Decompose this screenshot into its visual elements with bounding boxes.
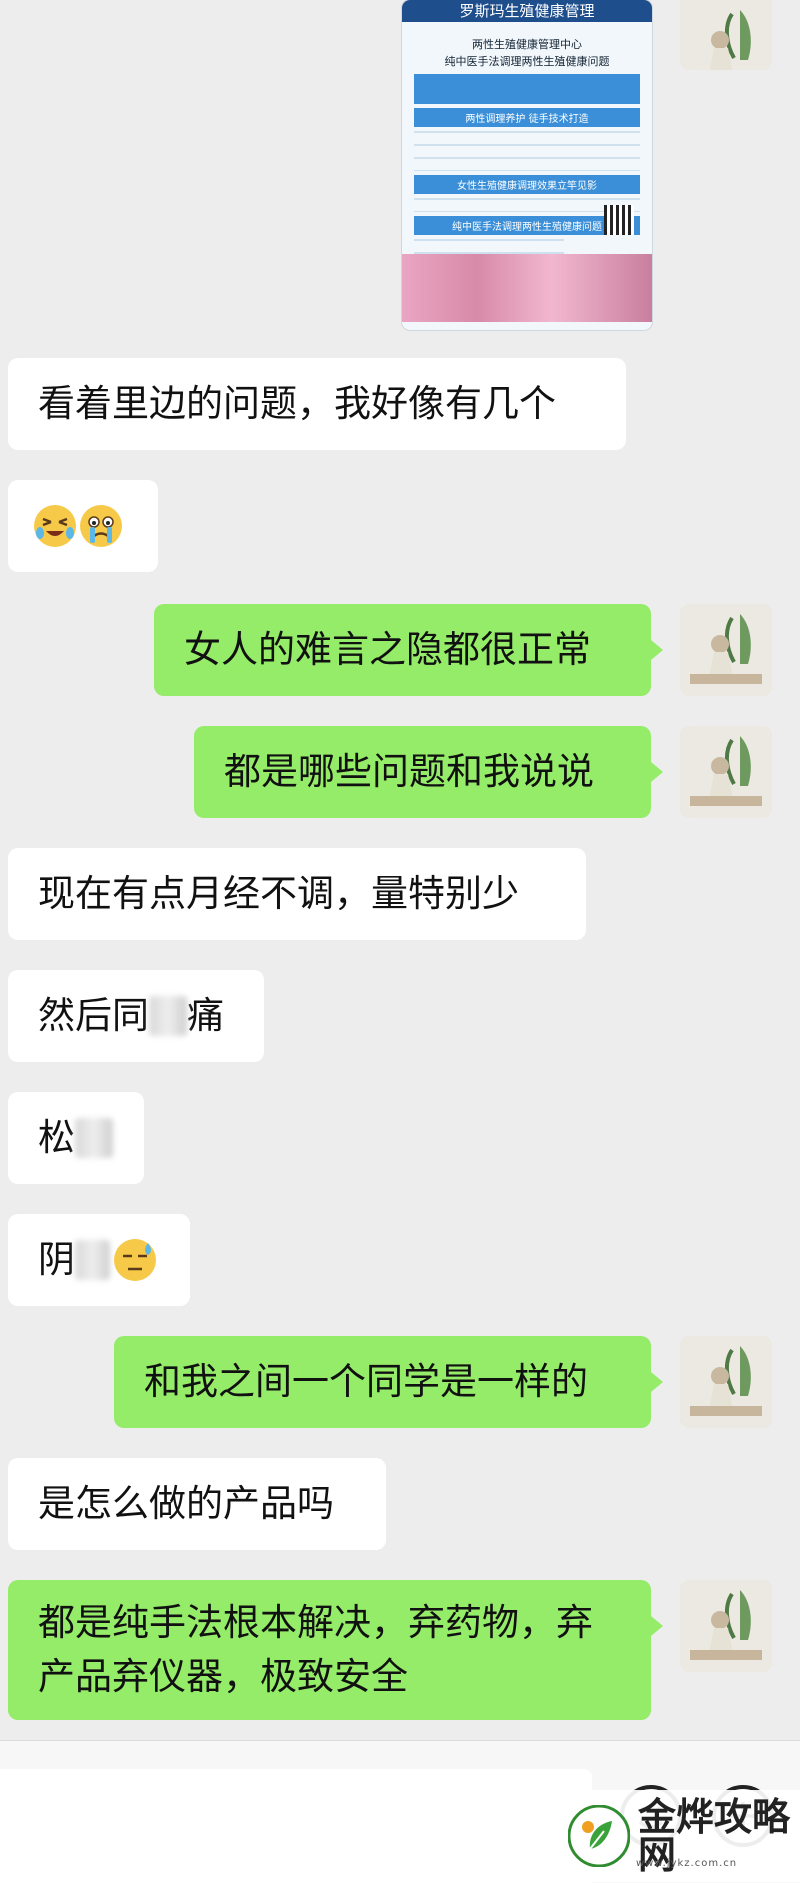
message-text: 女人的难言之隐都很正常 (184, 628, 591, 672)
message-text: 松 (38, 1116, 75, 1160)
message-bubble-left[interactable]: 松 (8, 1092, 144, 1184)
message-input[interactable] (0, 1769, 592, 1883)
bubble-tail (651, 1616, 663, 1636)
mosaic-blur (75, 1118, 113, 1158)
avatar[interactable] (680, 0, 772, 70)
message-bubble-right[interactable]: 和我之间一个同学是一样的 (114, 1336, 651, 1428)
poster-line: 纯中医手法调理两性生殖健康问题 (444, 55, 610, 68)
message-text: 都是纯手法根本解决，弃药物，弃产品弃仪器，极致安全 (38, 1601, 593, 1698)
poster-banner: 两性调理养护 徒手技术打造 (414, 108, 640, 127)
poster-text-block (414, 131, 640, 171)
crying-emoji-icon (80, 505, 122, 547)
message-text: 痛 (187, 994, 224, 1038)
site-watermark: 金烨攻略网 www.jykz.com.cn (558, 1790, 800, 1882)
avatar[interactable] (680, 1580, 772, 1672)
poster-tag-box (414, 74, 640, 104)
laughing-crying-emoji-icon (34, 505, 76, 547)
poster-photo-strip (402, 254, 652, 322)
message-text: 都是哪些问题和我说说 (224, 750, 594, 794)
message-text: 现在有点月经不调，量特别少 (38, 872, 519, 916)
bubble-tail (651, 640, 663, 660)
message-bubble-right[interactable]: 女人的难言之隐都很正常 (154, 604, 651, 696)
message-bubble-right[interactable]: 都是纯手法根本解决，弃药物，弃产品弃仪器，极致安全 (8, 1580, 651, 1720)
message-text: 看着里边的问题，我好像有几个 (38, 382, 556, 426)
avatar[interactable] (680, 726, 772, 818)
bubble-tail (651, 1372, 663, 1392)
message-text: 然后同 (38, 994, 149, 1038)
leaf-logo-icon (567, 1804, 631, 1868)
message-bubble-left[interactable] (8, 480, 158, 572)
avatar[interactable] (680, 604, 772, 696)
avatar[interactable] (680, 1336, 772, 1428)
mosaic-blur (75, 1240, 110, 1280)
bubble-tail (651, 762, 663, 782)
message-bubble-left[interactable]: 看着里边的问题，我好像有几个 (8, 358, 626, 450)
message-text: 是怎么做的产品吗 (38, 1482, 334, 1526)
message-bubble-right[interactable]: 都是哪些问题和我说说 (194, 726, 651, 818)
message-text: 和我之间一个同学是一样的 (144, 1360, 588, 1404)
message-text: 阴 (38, 1238, 75, 1282)
message-bubble-left[interactable]: 现在有点月经不调，量特别少 (8, 848, 586, 940)
message-bubble-left[interactable]: 是怎么做的产品吗 (8, 1458, 386, 1550)
watermark-url: www.jykz.com.cn (636, 1858, 738, 1869)
poster-line: 两性生殖健康管理中心 (472, 38, 582, 51)
poster-banner: 女性生殖健康调理效果立竿见影 (414, 175, 640, 194)
mosaic-blur (149, 996, 187, 1036)
sweat-emoji-icon (114, 1239, 156, 1281)
poster-title: 罗斯玛生殖健康管理 (402, 0, 652, 22)
message-bubble-left[interactable]: 阴 (8, 1214, 190, 1306)
chat-history[interactable]: 罗斯玛生殖健康管理 两性生殖健康管理中心 纯中医手法调理两性生殖健康问题 两性调… (0, 0, 800, 1740)
message-bubble-left[interactable]: 然后同痛 (8, 970, 264, 1062)
poster-image-message[interactable]: 罗斯玛生殖健康管理 两性生殖健康管理中心 纯中医手法调理两性生殖健康问题 两性调… (402, 0, 652, 330)
qr-code-icon (604, 205, 634, 235)
